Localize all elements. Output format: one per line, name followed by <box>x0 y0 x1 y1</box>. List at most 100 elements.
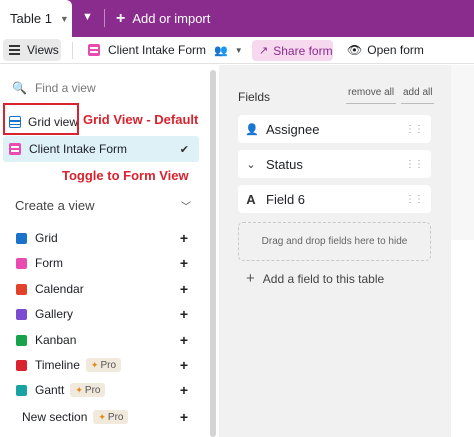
create-item-label: Timeline <box>35 358 80 372</box>
create-item-label: Calendar <box>35 282 84 296</box>
plus-icon[interactable]: + <box>180 230 188 246</box>
tab-table-1[interactable]: Table 1 ▼ <box>0 0 72 37</box>
text-field-icon: A <box>246 191 256 207</box>
create-gallery-item[interactable]: Gallery + <box>16 304 188 324</box>
form-icon <box>16 257 27 269</box>
caret-down-icon: ▼ <box>234 45 243 55</box>
sidebar-scrollbar[interactable] <box>210 70 216 437</box>
view-label: Client Intake Form <box>29 142 128 156</box>
plus-icon[interactable]: + <box>180 281 188 297</box>
create-calendar-item[interactable]: Calendar + <box>16 279 188 299</box>
chevron-down-icon[interactable]: ▼ <box>82 11 93 23</box>
remove-all-button[interactable]: remove all <box>346 87 397 104</box>
create-grid-item[interactable]: Grid + <box>16 228 188 248</box>
add-or-import-button[interactable]: + Add or import <box>116 0 210 37</box>
add-field-label: Add a field to this table <box>262 271 385 286</box>
pro-label: Pro <box>107 411 124 423</box>
plus-icon[interactable]: + <box>180 306 188 322</box>
create-new-section-item[interactable]: New section ✦ Pro + <box>22 407 188 427</box>
calendar-icon <box>16 283 27 295</box>
views-sidebar: 🔍 Find a view Grid view Grid View - Defa… <box>0 65 210 437</box>
pro-label: Pro <box>100 359 117 371</box>
pro-label: Pro <box>84 384 101 396</box>
add-field-button[interactable]: + Add a field to this table <box>246 270 384 287</box>
hidden-fields-drop-zone[interactable]: Drag and drop fields here to hide <box>238 222 431 261</box>
pro-badge: ✦ Pro <box>85 358 122 372</box>
annotation-highlight-box <box>3 103 79 135</box>
view-item-client-intake-form[interactable]: Client Intake Form ✔ <box>3 136 199 162</box>
create-item-label: Kanban <box>35 333 77 347</box>
pro-badge: ✦ Pro <box>70 383 106 397</box>
share-form-button[interactable]: ↗ Share form <box>252 40 333 61</box>
field-card-field-6[interactable]: A Field 6 ⋮⋮ <box>238 185 431 213</box>
people-icon: 👥 <box>214 44 228 57</box>
share-icon: ↗ <box>259 45 269 57</box>
create-view-header[interactable]: Create a view ﹀ <box>15 198 191 213</box>
pro-badge: ✦ Pro <box>93 410 129 424</box>
field-label: Field 6 <box>266 191 306 207</box>
create-timeline-item[interactable]: Timeline ✦ Pro + <box>16 355 188 375</box>
open-form-button[interactable]: 👁 Open form <box>347 37 424 63</box>
search-input[interactable]: Find a view <box>35 81 96 95</box>
create-form-item[interactable]: Form + <box>16 253 188 273</box>
plus-icon[interactable]: + <box>180 255 188 271</box>
create-kanban-item[interactable]: Kanban + <box>16 330 188 350</box>
field-card-status[interactable]: ⌄ Status ⋮⋮ <box>238 150 431 178</box>
hamburger-icon <box>9 43 20 57</box>
create-item-label: Grid <box>35 231 58 245</box>
drag-handle-icon[interactable]: ⋮⋮ <box>405 124 424 135</box>
create-view-label: Create a view <box>15 198 95 213</box>
view-toolbar: Views Client Intake Form 👥 ▼ ↗ Share for… <box>0 37 474 64</box>
open-label: Open form <box>367 43 424 57</box>
sparkle-icon: ✦ <box>75 384 83 395</box>
drag-handle-icon[interactable]: ⋮⋮ <box>405 194 424 205</box>
field-card-assignee[interactable]: 👤 Assignee ⋮⋮ <box>238 115 431 143</box>
chevron-circle-icon: ⌄ <box>246 158 256 171</box>
plus-icon[interactable]: + <box>180 409 188 425</box>
current-view-selector[interactable]: Client Intake Form 👥 ▼ <box>88 37 243 63</box>
field-label: Assignee <box>266 121 320 137</box>
annotation-grid-default: Grid View - Default <box>83 112 199 127</box>
plus-icon[interactable]: + <box>180 357 188 373</box>
create-item-label: New section <box>22 410 88 424</box>
views-toggle-button[interactable]: Views <box>3 39 61 61</box>
create-gantt-item[interactable]: Gantt ✦ Pro + <box>16 380 188 400</box>
gantt-icon <box>16 384 27 396</box>
drop-hint: Drag and drop fields here to hide <box>261 236 408 247</box>
tab-label: Table 1 <box>10 11 52 26</box>
add-or-import-label: Add or import <box>132 11 211 26</box>
kanban-icon <box>16 334 27 346</box>
create-item-label: Gallery <box>35 307 74 321</box>
field-label: Status <box>266 156 303 172</box>
drag-handle-icon[interactable]: ⋮⋮ <box>405 159 424 170</box>
form-preview-edge <box>451 65 474 240</box>
check-icon: ✔ <box>179 143 189 156</box>
chevron-down-icon: ﹀ <box>181 202 191 213</box>
fields-title: Fields <box>238 90 271 104</box>
person-icon: 👤 <box>245 123 259 136</box>
divider <box>72 42 73 59</box>
timeline-icon <box>16 359 27 371</box>
sparkle-icon: ✦ <box>90 359 99 370</box>
form-icon <box>88 44 100 56</box>
create-item-label: Form <box>35 256 63 270</box>
chevron-down-icon[interactable]: ▼ <box>60 14 69 24</box>
share-label: Share form <box>273 43 333 58</box>
plus-icon: + <box>116 9 126 27</box>
plus-icon[interactable]: + <box>180 382 188 398</box>
add-all-button[interactable]: add all <box>401 87 435 104</box>
plus-icon[interactable]: + <box>180 332 188 348</box>
form-icon <box>9 143 21 155</box>
plus-icon: + <box>246 270 255 287</box>
views-label: Views <box>27 43 59 57</box>
current-view-name: Client Intake Form <box>108 43 207 57</box>
eye-icon: 👁 <box>347 43 363 57</box>
grid-icon <box>16 232 27 244</box>
gallery-icon <box>16 308 27 320</box>
divider <box>104 9 105 27</box>
create-item-label: Gantt <box>35 383 65 397</box>
table-tab-bar: Table 1 ▼ ▼ + Add or import <box>0 0 474 37</box>
sparkle-icon: ✦ <box>98 411 106 422</box>
find-view-search[interactable]: 🔍 Find a view <box>12 81 96 95</box>
search-icon: 🔍 <box>12 81 27 95</box>
